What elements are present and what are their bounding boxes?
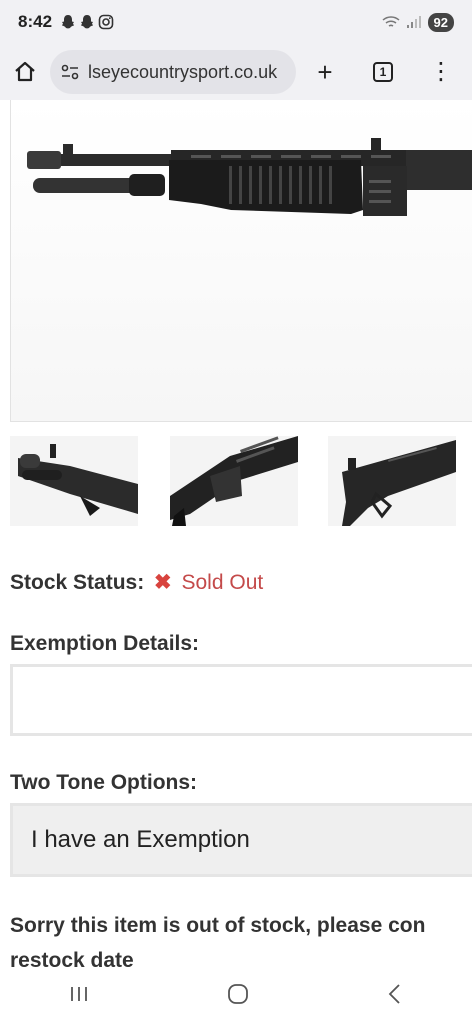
home-nav-icon [228,983,248,1004]
home-nav-button[interactable] [226,982,250,1011]
recent-apps-button[interactable] [67,984,91,1009]
two-tone-selected-value: I have an Exemption [31,826,250,853]
status-time: 8:42 [18,12,53,31]
snapchat-icon [81,15,94,29]
thumbnail-strip [0,436,472,531]
back-button[interactable] [385,982,405,1011]
shotgun-image [27,138,472,216]
browser-menu-button[interactable]: ⋮ [412,60,470,84]
two-tone-options-label: Two Tone Options: [10,771,198,794]
notice-line-1: Sorry this item is out of stock, please … [10,914,426,937]
wifi-icon [382,16,400,27]
recent-apps-icon [71,986,88,1001]
x-icon: ✖ [154,571,172,594]
tab-switcher-button[interactable]: 1 [354,62,412,82]
status-bar: 8:42 92 [0,0,472,44]
stock-status-label: Stock Status: [10,571,145,594]
exemption-details-label: Exemption Details: [10,632,200,655]
home-icon [15,61,35,82]
product-main-image[interactable] [10,100,472,422]
url-text: lseyecountrysport.co.uk [88,61,278,82]
browser-toolbar: lseyecountrysport.co.uk + 1 ⋮ [0,44,472,100]
system-nav-bar [0,968,472,1024]
new-tab-button[interactable]: + [296,57,354,88]
thumbnail-1[interactable] [10,436,138,526]
site-settings-icon[interactable] [60,63,80,81]
shotgun-forend-image [170,436,298,526]
shotgun-receiver-image [328,436,456,526]
notification-icons [60,14,114,30]
battery-indicator: 92 [427,12,454,32]
tab-count: 1 [373,62,393,82]
shotgun-muzzle-image [10,436,138,526]
stock-status: Stock Status: ✖ Sold Out [10,570,263,595]
thumbnail-3[interactable] [328,436,456,526]
instagram-icon [98,14,114,30]
two-tone-options-select[interactable]: I have an Exemption [10,803,472,877]
stock-status-value: Sold Out [181,571,264,594]
exemption-details-input[interactable] [10,664,472,736]
home-button[interactable] [0,60,50,84]
address-bar[interactable]: lseyecountrysport.co.uk [50,50,296,94]
signal-icon [406,16,421,28]
snapchat-icon [62,15,75,29]
thumbnail-2[interactable] [170,436,298,526]
back-icon [388,983,400,1004]
